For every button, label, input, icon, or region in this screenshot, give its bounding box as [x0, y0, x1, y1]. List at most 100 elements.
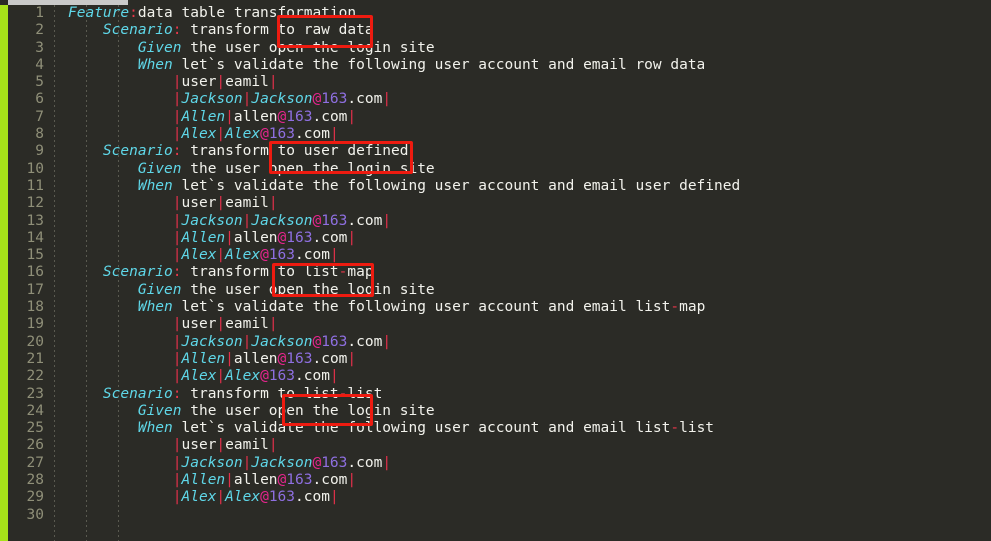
line-content[interactable]: |Allen|allen@163.com| — [44, 472, 356, 489]
token-plain: .com — [347, 454, 383, 471]
token-plain: .com — [347, 212, 383, 229]
horizontal-scrollbar-thumb[interactable] — [8, 0, 128, 5]
code-line[interactable]: 12 |user|eamil| — [8, 195, 991, 212]
line-content[interactable]: |Jackson|Jackson@163.com| — [44, 334, 391, 351]
code-line[interactable]: 27 |Jackson|Jackson@163.com| — [8, 455, 991, 472]
code-line[interactable]: 23 Scenario: transform to list-list — [8, 386, 991, 403]
token-cell-id: Jackson — [251, 91, 313, 108]
code-line[interactable]: 4 When let`s validate the following user… — [8, 57, 991, 74]
line-content[interactable]: Scenario: transform to user defined — [44, 143, 409, 160]
code-line[interactable]: 28 |Allen|allen@163.com| — [8, 472, 991, 489]
code-line[interactable]: 21 |Allen|allen@163.com| — [8, 351, 991, 368]
line-content[interactable]: |user|eamil| — [44, 437, 278, 454]
token-plain: .com — [312, 350, 348, 367]
token-pipe: | — [329, 247, 339, 264]
code-line[interactable]: 8 |Alex|Alex@163.com| — [8, 126, 991, 143]
token-pipe: | — [225, 350, 234, 367]
line-content[interactable]: |Jackson|Jackson@163.com| — [44, 91, 391, 108]
code-line[interactable]: 25 When let`s validate the following use… — [8, 420, 991, 437]
line-content[interactable]: |Jackson|Jackson@163.com| — [44, 213, 391, 230]
line-content[interactable]: Given the user open the login site — [44, 403, 435, 420]
line-content[interactable]: |Allen|allen@163.com| — [44, 109, 356, 126]
line-content[interactable]: When let`s validate the following user a… — [44, 299, 705, 316]
token-cell-id: Allen — [181, 472, 226, 489]
token-at: @ — [312, 454, 322, 471]
code-line[interactable]: 16 Scenario: transform to list-map — [8, 264, 991, 281]
token-at: @ — [260, 126, 269, 143]
line-content[interactable]: Scenario: transform to raw data — [44, 22, 374, 39]
line-content[interactable]: Given the user open the login site — [44, 282, 435, 299]
line-content[interactable]: Given the user open the login site — [44, 161, 435, 178]
line-number: 22 — [26, 368, 44, 385]
line-content[interactable]: |Alex|Alex@163.com| — [44, 489, 339, 506]
line-content[interactable]: When let`s validate the following user a… — [44, 420, 714, 437]
line-number: 24 — [26, 402, 44, 419]
editor-surface[interactable]: 1 Feature:data table transformation 2 Scen… — [8, 5, 991, 541]
code-line[interactable]: 10 Given the user open the login site — [8, 161, 991, 178]
line-content[interactable]: |Jackson|Jackson@163.com| — [44, 455, 391, 472]
token-plain: user — [181, 195, 217, 212]
line-content[interactable]: Feature:data table transformation — [44, 5, 356, 22]
line-content[interactable]: |Allen|allen@163.com| — [44, 230, 356, 247]
token-kw: Scenario — [102, 143, 173, 160]
code-line[interactable]: 20 |Jackson|Jackson@163.com| — [8, 334, 991, 351]
code-line[interactable]: 18 When let`s validate the following use… — [8, 299, 991, 316]
token-plain: user — [181, 437, 217, 454]
code-line[interactable]: 30 — [8, 507, 991, 524]
line-content[interactable]: |user|eamil| — [44, 74, 278, 91]
code-line[interactable]: 14 |Allen|allen@163.com| — [8, 230, 991, 247]
code-line[interactable]: 22 |Alex|Alex@163.com| — [8, 368, 991, 385]
line-content[interactable]: |user|eamil| — [44, 195, 278, 212]
token-pipe: | — [225, 229, 234, 246]
line-content[interactable]: |user|eamil| — [44, 316, 278, 333]
token-pipe: | — [172, 126, 182, 143]
code-line[interactable]: 3 Given the user open the login site — [8, 40, 991, 57]
code-line[interactable]: 9 Scenario: transform to user defined — [8, 143, 991, 160]
line-content[interactable]: |Alex|Alex@163.com| — [44, 126, 339, 143]
token-txt: transform to list — [181, 385, 339, 402]
code-line[interactable]: 11 When let`s validate the following use… — [8, 178, 991, 195]
line-content[interactable]: |Alex|Alex@163.com| — [44, 368, 339, 385]
token-txt: transform to user defined — [181, 143, 409, 160]
token-plain: eamil — [225, 74, 269, 91]
code-line[interactable]: 13 |Jackson|Jackson@163.com| — [8, 213, 991, 230]
token-pipe: | — [172, 316, 182, 333]
line-number: 9 — [35, 143, 44, 160]
line-content[interactable]: |Alex|Alex@163.com| — [44, 247, 339, 264]
line-content[interactable]: Scenario: transform to list-list — [44, 386, 382, 403]
line-content[interactable]: Given the user open the login site — [44, 40, 435, 57]
horizontal-scrollbar[interactable] — [0, 0, 991, 5]
code-line[interactable]: 5 |user|eamil| — [8, 74, 991, 91]
code-line[interactable]: 1 Feature:data table transformation — [8, 5, 991, 22]
token-txt: let`s validate the following user accoun… — [172, 299, 671, 316]
token-pipe: | — [172, 350, 182, 367]
token-kw: When — [137, 56, 173, 73]
code-line[interactable]: 24 Given the user open the login site — [8, 403, 991, 420]
code-line[interactable]: 26 |user|eamil| — [8, 437, 991, 454]
token-pipe: | — [216, 126, 226, 143]
line-content[interactable]: When let`s validate the following user a… — [44, 57, 705, 74]
line-content[interactable]: When let`s validate the following user a… — [44, 178, 740, 195]
token-pipe: | — [347, 108, 357, 125]
code-line[interactable]: 7 |Allen|allen@163.com| — [8, 109, 991, 126]
code-line[interactable]: 15 |Alex|Alex@163.com| — [8, 247, 991, 264]
token-kw: Scenario — [102, 22, 173, 39]
line-content[interactable]: Scenario: transform to list-map — [44, 264, 374, 281]
token-plain: allen — [233, 108, 278, 125]
token-pipe: | — [268, 316, 278, 333]
code-line[interactable]: 2 Scenario: transform to raw data — [8, 22, 991, 39]
token-pipe: | — [268, 437, 278, 454]
token-pipe: | — [172, 91, 182, 108]
code-content[interactable]: 1 Feature:data table transformation 2 Scen… — [8, 5, 991, 524]
line-content[interactable]: |Allen|allen@163.com| — [44, 351, 356, 368]
code-line[interactable]: 29 |Alex|Alex@163.com| — [8, 489, 991, 506]
token-at: @ — [312, 333, 322, 350]
code-line[interactable]: 19 |user|eamil| — [8, 316, 991, 333]
code-line[interactable]: 17 Given the user open the login site — [8, 282, 991, 299]
code-line[interactable]: 6 |Jackson|Jackson@163.com| — [8, 91, 991, 108]
token-pipe: | — [216, 195, 226, 212]
token-at: @ — [312, 91, 322, 108]
